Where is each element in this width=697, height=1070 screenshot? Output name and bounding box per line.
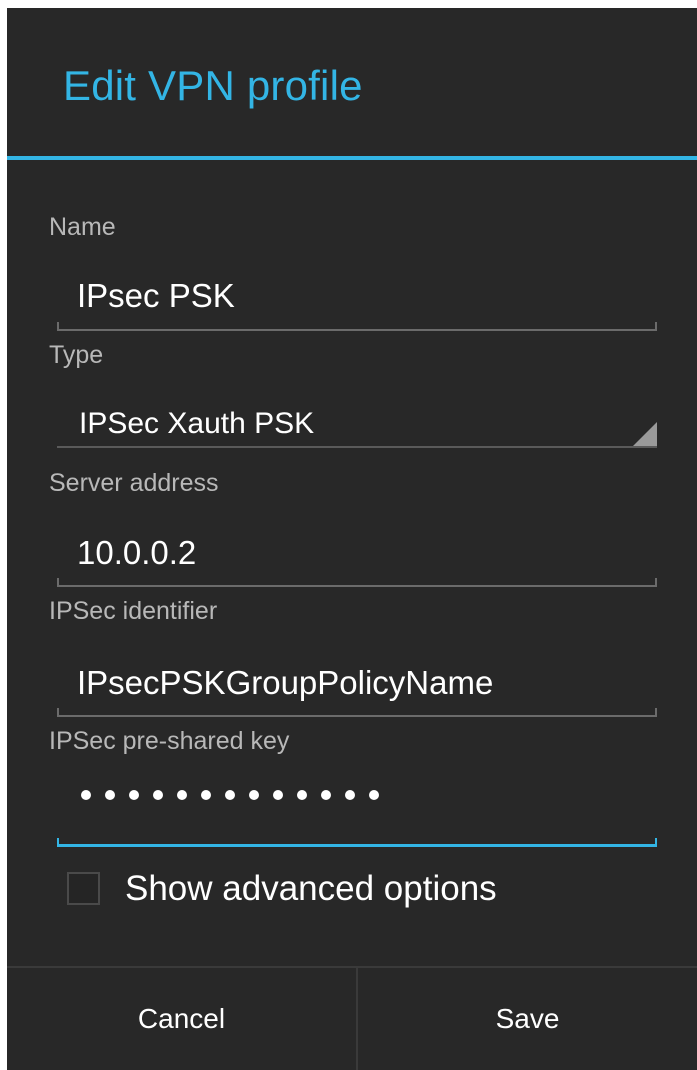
password-dot [201, 790, 211, 800]
cancel-button[interactable]: Cancel [7, 968, 356, 1070]
ipsec-identifier-field[interactable]: IPsecPSKGroupPolicyName [77, 663, 493, 703]
type-spinner[interactable]: IPSec Xauth PSK [79, 404, 314, 444]
dialog-title: Edit VPN profile [63, 62, 363, 109]
type-spinner-underline [57, 446, 657, 448]
ipsec-identifier-label: IPSec identifier [49, 597, 218, 625]
ipsec-identifier-underline [57, 707, 657, 717]
password-dot [321, 790, 331, 800]
spinner-arrow-icon[interactable] [633, 422, 657, 446]
show-advanced-checkbox[interactable] [67, 872, 100, 905]
pre-shared-key-underline [57, 837, 657, 847]
password-dot [105, 790, 115, 800]
password-dot [249, 790, 259, 800]
button-bar: Cancel Save [7, 966, 697, 1070]
title-divider [7, 156, 697, 160]
password-dot [273, 790, 283, 800]
pre-shared-key-label: IPSec pre-shared key [49, 727, 290, 755]
show-advanced-label[interactable]: Show advanced options [125, 868, 497, 910]
password-dot [177, 790, 187, 800]
edit-vpn-dialog: Edit VPN profile Name IPsec PSK Type IPS… [7, 8, 697, 1070]
server-address-underline [57, 577, 657, 587]
password-dot [369, 790, 379, 800]
password-dot [129, 790, 139, 800]
password-dot [153, 790, 163, 800]
password-dot [81, 790, 91, 800]
password-dot [225, 790, 235, 800]
name-field-underline [57, 321, 657, 331]
pre-shared-key-field[interactable] [81, 790, 379, 800]
save-button[interactable]: Save [358, 968, 697, 1070]
password-dot [345, 790, 355, 800]
server-address-label: Server address [49, 469, 219, 497]
server-address-field[interactable]: 10.0.0.2 [77, 533, 196, 573]
name-label: Name [49, 213, 116, 241]
type-label: Type [49, 341, 104, 369]
name-field[interactable]: IPsec PSK [77, 276, 235, 316]
password-dot [297, 790, 307, 800]
